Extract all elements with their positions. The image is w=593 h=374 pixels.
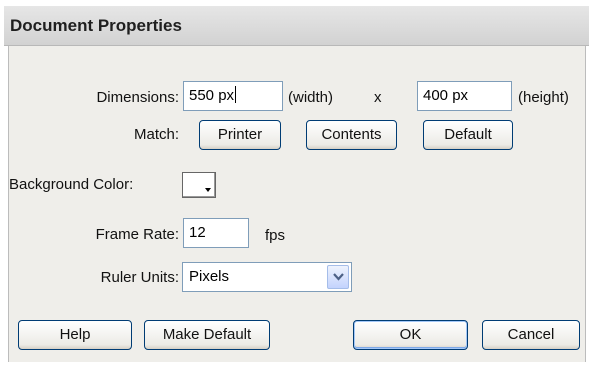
chevron-down-icon[interactable] bbox=[327, 265, 349, 289]
match-contents-button[interactable]: Contents bbox=[306, 120, 397, 150]
document-properties-dialog: Document Properties Dimensions: 550 px (… bbox=[0, 0, 593, 374]
background-color-swatch[interactable] bbox=[182, 172, 216, 198]
height-unit-label: (height) bbox=[518, 89, 569, 106]
match-label: Match: bbox=[133, 126, 179, 143]
background-color-label: Background Color: bbox=[9, 176, 134, 193]
dimensions-label: Dimensions: bbox=[96, 89, 179, 106]
ruler-units-label: Ruler Units: bbox=[100, 269, 179, 286]
swatch-dropdown-arrow-icon bbox=[205, 188, 211, 192]
match-printer-button[interactable]: Printer bbox=[199, 120, 281, 150]
width-value: 550 px bbox=[189, 87, 235, 104]
match-default-button[interactable]: Default bbox=[423, 120, 513, 150]
height-value: 400 px bbox=[423, 87, 469, 104]
ruler-units-value: Pixels bbox=[189, 268, 230, 285]
frame-rate-value: 12 bbox=[189, 224, 206, 241]
frame-rate-unit: fps bbox=[265, 227, 286, 244]
frame-rate-label: Frame Rate: bbox=[95, 226, 179, 243]
ok-button[interactable]: OK bbox=[353, 320, 468, 350]
chevron-down-glyph bbox=[333, 273, 344, 281]
cancel-button[interactable]: Cancel bbox=[482, 320, 580, 350]
ruler-units-select[interactable]: Pixels bbox=[182, 262, 352, 292]
dialog-titlebar: Document Properties bbox=[4, 6, 589, 46]
width-unit-label: (width) bbox=[288, 89, 334, 106]
height-field[interactable]: 400 px bbox=[417, 81, 512, 111]
frame-rate-field[interactable]: 12 bbox=[183, 218, 249, 248]
dimension-separator: x bbox=[374, 89, 382, 106]
width-field[interactable]: 550 px bbox=[183, 81, 283, 111]
make-default-button[interactable]: Make Default bbox=[144, 320, 270, 350]
dialog-body: Dimensions: 550 px (width) x 400 px (hei… bbox=[8, 46, 586, 362]
help-button[interactable]: Help bbox=[18, 320, 132, 350]
dialog-title: Document Properties bbox=[10, 16, 182, 35]
text-caret bbox=[235, 86, 237, 103]
